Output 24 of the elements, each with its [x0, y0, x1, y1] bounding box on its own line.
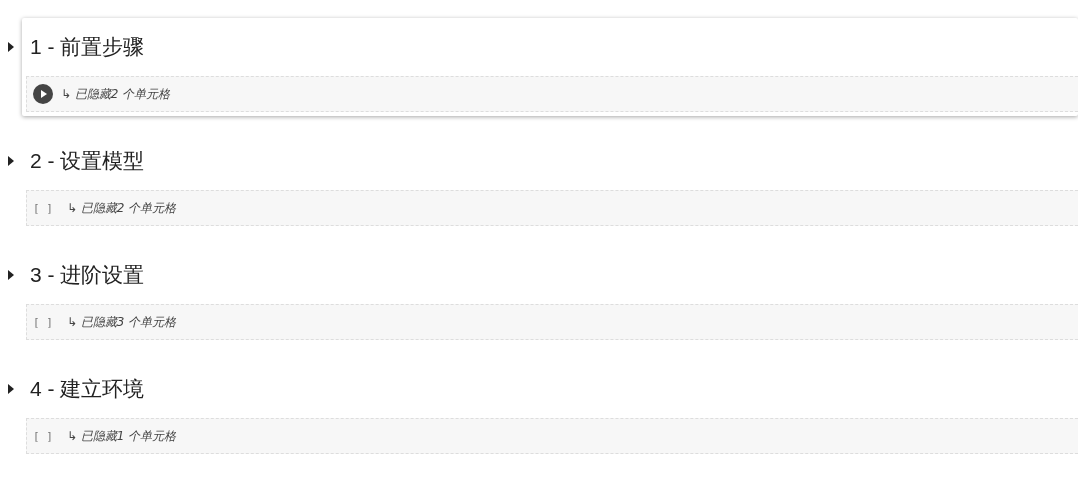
caret-icon[interactable] [8, 384, 14, 394]
hidden-cells-text: ↳ 已隐藏3 个单元格 [67, 313, 177, 331]
run-indicator: [ ] [33, 315, 54, 329]
caret-icon[interactable] [8, 156, 14, 166]
section-heading: 1 - 前置步骤 [30, 34, 145, 60]
run-indicator: [ ] [33, 201, 54, 215]
hidden-cells-bar[interactable]: [ ] ↳ 已隐藏3 个单元格 [26, 304, 1078, 340]
caret-icon[interactable] [8, 270, 14, 280]
section-card[interactable]: 4 - 建立环境 [ ] ↳ 已隐藏1 个单元格 [22, 360, 1078, 458]
section-card[interactable]: 2 - 设置模型 [ ] ↳ 已隐藏2 个单元格 [22, 132, 1078, 230]
section-heading: 2 - 设置模型 [30, 148, 145, 174]
hidden-cells-bar[interactable]: ↳ 已隐藏2 个单元格 [26, 76, 1078, 112]
hidden-cells-text: ↳ 已隐藏2 个单元格 [67, 199, 177, 217]
play-icon[interactable] [33, 84, 53, 104]
section-heading: 3 - 进阶设置 [30, 262, 145, 288]
hidden-cells-text: ↳ 已隐藏2 个单元格 [61, 85, 171, 103]
hidden-cells-text: ↳ 已隐藏1 个单元格 [67, 427, 177, 445]
hidden-cells-bar[interactable]: [ ] ↳ 已隐藏1 个单元格 [26, 418, 1078, 454]
run-indicator: [ ] [33, 429, 54, 443]
section-heading: 4 - 建立环境 [30, 376, 145, 402]
section-card[interactable]: 3 - 进阶设置 [ ] ↳ 已隐藏3 个单元格 [22, 246, 1078, 344]
hidden-cells-bar[interactable]: [ ] ↳ 已隐藏2 个单元格 [26, 190, 1078, 226]
caret-icon[interactable] [8, 42, 14, 52]
section-card[interactable]: 1 - 前置步骤 ↳ 已隐藏2 个单元格 [22, 18, 1078, 116]
